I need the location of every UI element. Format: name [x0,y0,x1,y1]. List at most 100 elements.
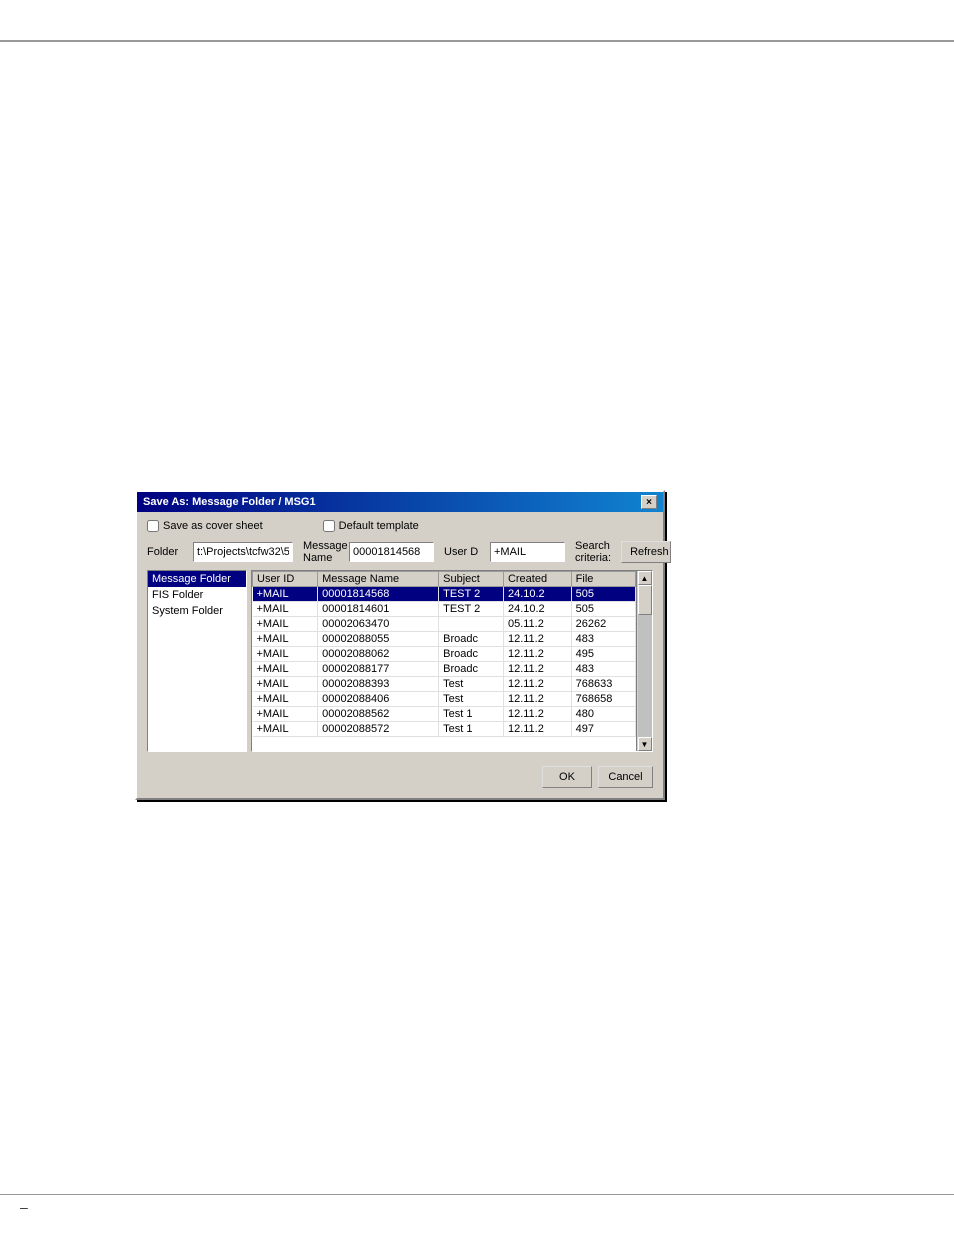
cell-subject: TEST 2 [439,602,504,617]
cancel-button[interactable]: Cancel [598,766,653,788]
refresh-button[interactable]: Refresh [621,541,671,563]
table-scroll-area: User IDMessage NameSubjectCreatedFile+MA… [252,571,652,751]
top-divider [0,40,954,42]
cell-subject: Broadc [439,647,504,662]
folder-item-system-folder[interactable]: System Folder [148,603,246,619]
cell-file: 505 [571,587,635,602]
table-row[interactable]: +MAIL00002063470 05.11.226262 [253,617,636,632]
save-as-dialog: Save As: Message Folder / MSG1 × Save as… [135,490,665,800]
cell-file: 480 [571,707,635,722]
table-row[interactable]: +MAIL00002088055Broadc12.11.2483 [253,632,636,647]
dialog-body: Save as cover sheet Default template Fol… [137,512,663,798]
cell-created: 12.11.2 [503,647,571,662]
scrollbar-down-button[interactable]: ▼ [638,737,652,751]
folder-label: Folder [147,546,187,558]
dialog-titlebar: Save As: Message Folder / MSG1 × [137,492,663,512]
save-as-cover-sheet-label[interactable]: Save as cover sheet [147,520,263,532]
cell-msgname: 00002088572 [318,722,439,737]
default-template-checkbox[interactable] [323,520,335,532]
cell-subject: Test 1 [439,722,504,737]
scrollbar-track [638,585,652,737]
table-row[interactable]: +MAIL00002088393Test12.11.2768633 [253,677,636,692]
cell-subject: Test [439,677,504,692]
cell-userid: +MAIL [253,677,318,692]
cell-file: 483 [571,632,635,647]
ok-button[interactable]: OK [542,766,592,788]
col-header-userid: User ID [253,572,318,587]
cell-created: 24.10.2 [503,602,571,617]
table-inner[interactable]: User IDMessage NameSubjectCreatedFile+MA… [252,571,636,751]
col-header-msgname: Message Name [318,572,439,587]
close-button[interactable]: × [641,495,657,509]
cell-msgname: 00002088177 [318,662,439,677]
bottom-divider [0,1194,954,1195]
cell-userid: +MAIL [253,617,318,632]
content-area: Message FolderFIS FolderSystem Folder Us… [147,570,653,752]
table-row[interactable]: +MAIL00002088406Test12.11.2768658 [253,692,636,707]
cell-created: 12.11.2 [503,632,571,647]
cell-created: 24.10.2 [503,587,571,602]
cell-msgname: 00002088393 [318,677,439,692]
cell-subject [439,617,504,632]
table-row[interactable]: +MAIL00002088062Broadc12.11.2495 [253,647,636,662]
cell-file: 483 [571,662,635,677]
folder-item-message-folder[interactable]: Message Folder [148,571,246,587]
table-container: User IDMessage NameSubjectCreatedFile+MA… [251,570,653,752]
cell-file: 768658 [571,692,635,707]
cell-userid: +MAIL [253,587,318,602]
col-header-file: File [571,572,635,587]
dialog-footer: OK Cancel [147,762,653,788]
user-id-label: User D [444,546,484,558]
cell-msgname: 00002088406 [318,692,439,707]
table-row[interactable]: +MAIL00002088572Test 112.11.2497 [253,722,636,737]
cell-created: 12.11.2 [503,677,571,692]
page-background: – Save As: Message Folder / MSG1 × Save … [0,0,954,1235]
scrollbar-up-button[interactable]: ▲ [638,571,652,585]
cell-subject: Broadc [439,662,504,677]
user-id-input[interactable] [490,542,565,562]
table-row[interactable]: +MAIL00001814601TEST 224.10.2505 [253,602,636,617]
form-fields-row: Folder Message Name User D Search criter… [147,540,653,564]
dialog-title: Save As: Message Folder / MSG1 [143,496,316,508]
folder-item-fis-folder[interactable]: FIS Folder [148,587,246,603]
cell-userid: +MAIL [253,632,318,647]
search-criteria-label: Search criteria: [575,540,611,564]
cell-created: 12.11.2 [503,662,571,677]
cell-msgname: 00001814568 [318,587,439,602]
folder-input[interactable] [193,542,293,562]
cell-msgname: 00001814601 [318,602,439,617]
bottom-dash: – [20,1199,28,1215]
message-name-input[interactable] [349,542,434,562]
cell-subject: Broadc [439,632,504,647]
default-template-label[interactable]: Default template [323,520,419,532]
cell-msgname: 00002063470 [318,617,439,632]
cell-created: 05.11.2 [503,617,571,632]
cell-msgname: 00002088055 [318,632,439,647]
cell-userid: +MAIL [253,602,318,617]
cell-file: 497 [571,722,635,737]
cell-file: 495 [571,647,635,662]
cell-subject: TEST 2 [439,587,504,602]
cell-file: 505 [571,602,635,617]
scrollbar-thumb[interactable] [638,585,652,615]
cell-created: 12.11.2 [503,722,571,737]
col-header-subject: Subject [439,572,504,587]
cell-created: 12.11.2 [503,692,571,707]
save-as-cover-sheet-checkbox[interactable] [147,520,159,532]
cell-userid: +MAIL [253,647,318,662]
cell-file: 26262 [571,617,635,632]
message-name-label: Message Name [303,540,343,564]
cell-userid: +MAIL [253,662,318,677]
cell-userid: +MAIL [253,692,318,707]
cell-created: 12.11.2 [503,707,571,722]
cell-msgname: 00002088062 [318,647,439,662]
scrollbar: ▲ ▼ [636,571,652,751]
folder-panel: Message FolderFIS FolderSystem Folder [147,570,247,752]
cell-userid: +MAIL [253,722,318,737]
col-header-created: Created [503,572,571,587]
table-row[interactable]: +MAIL00002088562Test 112.11.2480 [253,707,636,722]
table-row[interactable]: +MAIL00001814568TEST 224.10.2505 [253,587,636,602]
cell-userid: +MAIL [253,707,318,722]
table-row[interactable]: +MAIL00002088177Broadc12.11.2483 [253,662,636,677]
checkbox-row: Save as cover sheet Default template [147,520,653,532]
